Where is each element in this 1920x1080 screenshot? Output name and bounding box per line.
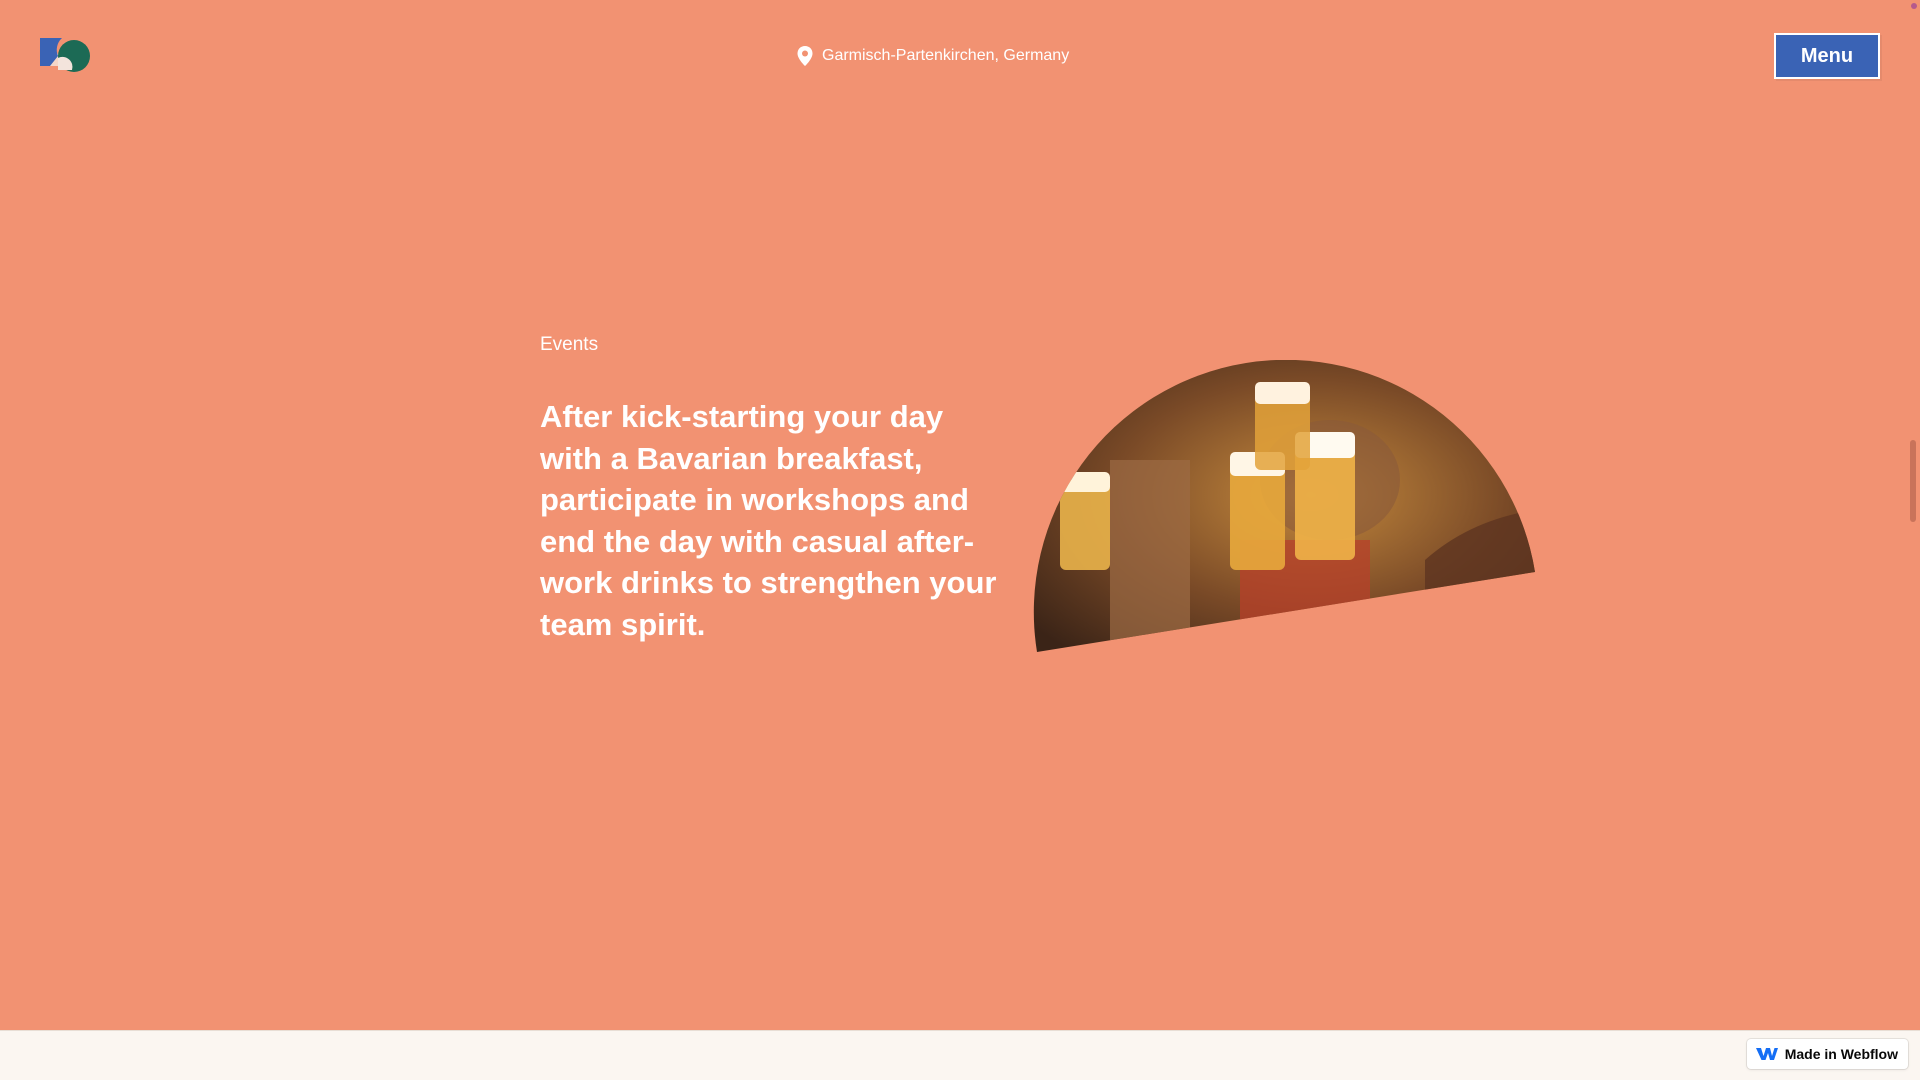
location-text: Garmisch-Partenkirchen, Germany: [822, 47, 1070, 64]
brand-logo[interactable]: [38, 36, 94, 76]
events-photo: [1030, 360, 1540, 660]
location-indicator: Garmisch-Partenkirchen, Germany: [796, 45, 1069, 67]
section-label: Events: [540, 334, 599, 355]
webflow-icon: [1755, 1046, 1779, 1062]
logo-mark-icon: [40, 38, 90, 72]
scrollbar-thumb[interactable]: [1910, 440, 1916, 522]
lead-paragraph: After kick-starting your day with a Bava…: [540, 399, 997, 642]
menu-button[interactable]: Menu: [1774, 33, 1880, 79]
webflow-badge[interactable]: Made in Webflow: [1746, 1039, 1908, 1069]
webflow-badge-label: Made in Webflow: [1784, 1046, 1898, 1062]
map-pin-icon: [796, 45, 814, 67]
page-background: Garmisch-Partenkirchen, Germany Menu Eve…: [0, 0, 1920, 1030]
corner-indicator: [1911, 3, 1917, 9]
footer-bar: [0, 1030, 1920, 1080]
